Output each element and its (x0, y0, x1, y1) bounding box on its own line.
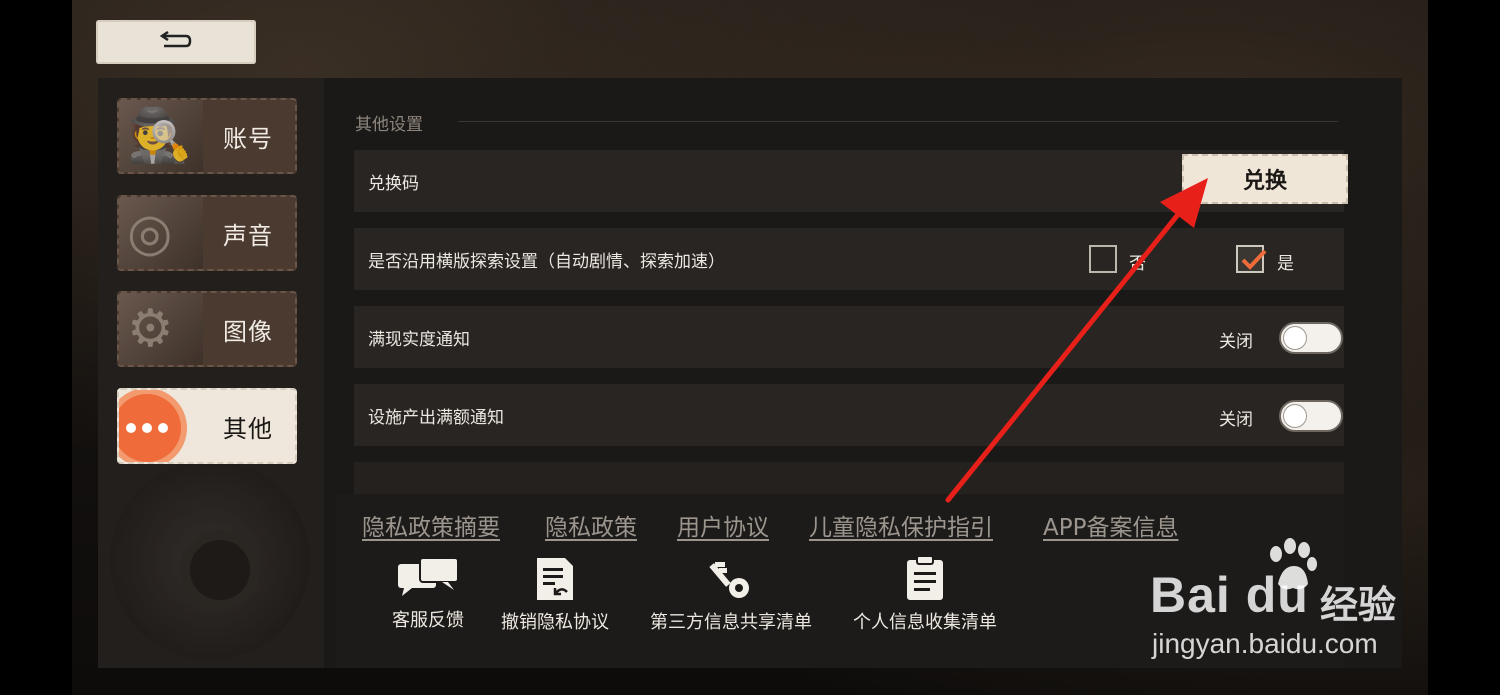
clipboard-icon (907, 556, 943, 600)
partially-hidden-row (354, 462, 1344, 494)
more-dots-icon (119, 394, 181, 462)
turntable-icon: ◎ (119, 197, 203, 269)
notify-facility-toggle[interactable] (1279, 400, 1343, 432)
check-icon (1241, 249, 1267, 270)
tool-label: 个人信息收集清单 (853, 612, 997, 633)
sidebar-item-label: 其他 (223, 414, 273, 443)
revoke-privacy-button[interactable]: 撤销隐私协议 (494, 556, 616, 640)
sidebar-item-account[interactable]: 🕵 账号 (117, 98, 297, 174)
tool-label: 撤销隐私协议 (501, 612, 609, 633)
sidebar-item-label: 声音 (223, 221, 273, 250)
link-children-privacy[interactable]: 儿童隐私保护指引 (809, 508, 993, 542)
return-arrow-icon (159, 30, 192, 48)
notify-full-row: 满现实度通知 (354, 306, 1344, 368)
sidebar-item-label: 账号 (223, 124, 273, 153)
back-button[interactable] (96, 20, 256, 64)
third-party-sharing-button[interactable]: 第三方信息共享清单 (640, 556, 822, 640)
notify-full-toggle[interactable] (1279, 322, 1343, 354)
link-app-filing-info[interactable]: APP备案信息 (1043, 508, 1178, 542)
section-title: 其他设置 (355, 115, 423, 135)
redeem-label: 兑换码 (368, 173, 419, 194)
explore-yes-label: 是 (1277, 254, 1294, 274)
revoke-document-icon (537, 558, 573, 600)
customer-feedback-button[interactable]: 客服反馈 (384, 556, 472, 640)
explore-yes-checkbox[interactable] (1236, 245, 1267, 273)
film-camera-icon: ⚙ (119, 293, 203, 365)
link-user-agreement[interactable]: 用户协议 (677, 508, 769, 542)
link-privacy-summary[interactable]: 隐私政策摘要 (362, 508, 500, 542)
explore-setting-label: 是否沿用横版探索设置（自动剧情、探索加速） (368, 251, 725, 272)
notify-facility-label: 设施产出满额通知 (368, 407, 504, 428)
right-letterbox (1428, 0, 1500, 695)
explore-setting-row: 是否沿用横版探索设置（自动剧情、探索加速） (354, 228, 1344, 290)
explore-no-checkbox[interactable] (1089, 245, 1117, 273)
link-privacy-policy[interactable]: 隐私政策 (545, 508, 637, 542)
redeem-button[interactable]: 兑换 (1182, 154, 1348, 204)
detective-icon: 🕵 (119, 100, 203, 172)
chat-bubbles-icon (398, 557, 459, 596)
sidebar-item-label: 图像 (223, 317, 273, 346)
notify-facility-row: 设施产出满额通知 (354, 384, 1344, 446)
notify-full-state: 关闭 (1219, 332, 1253, 352)
explore-no-label: 否 (1129, 254, 1146, 274)
left-letterbox (0, 0, 72, 695)
notify-full-label: 满现实度通知 (368, 329, 470, 350)
sidebar-item-graphics[interactable]: ⚙ 图像 (117, 291, 297, 367)
personal-info-list-button[interactable]: 个人信息收集清单 (844, 556, 1006, 640)
gear-decoration (110, 460, 310, 660)
sidebar-item-other[interactable]: 其他 (117, 388, 297, 464)
key-icon (709, 562, 749, 598)
section-divider (458, 121, 1338, 122)
tool-label: 第三方信息共享清单 (650, 612, 812, 633)
sidebar-item-sound[interactable]: ◎ 声音 (117, 195, 297, 271)
tool-label: 客服反馈 (392, 610, 464, 631)
notify-facility-state: 关闭 (1219, 410, 1253, 430)
